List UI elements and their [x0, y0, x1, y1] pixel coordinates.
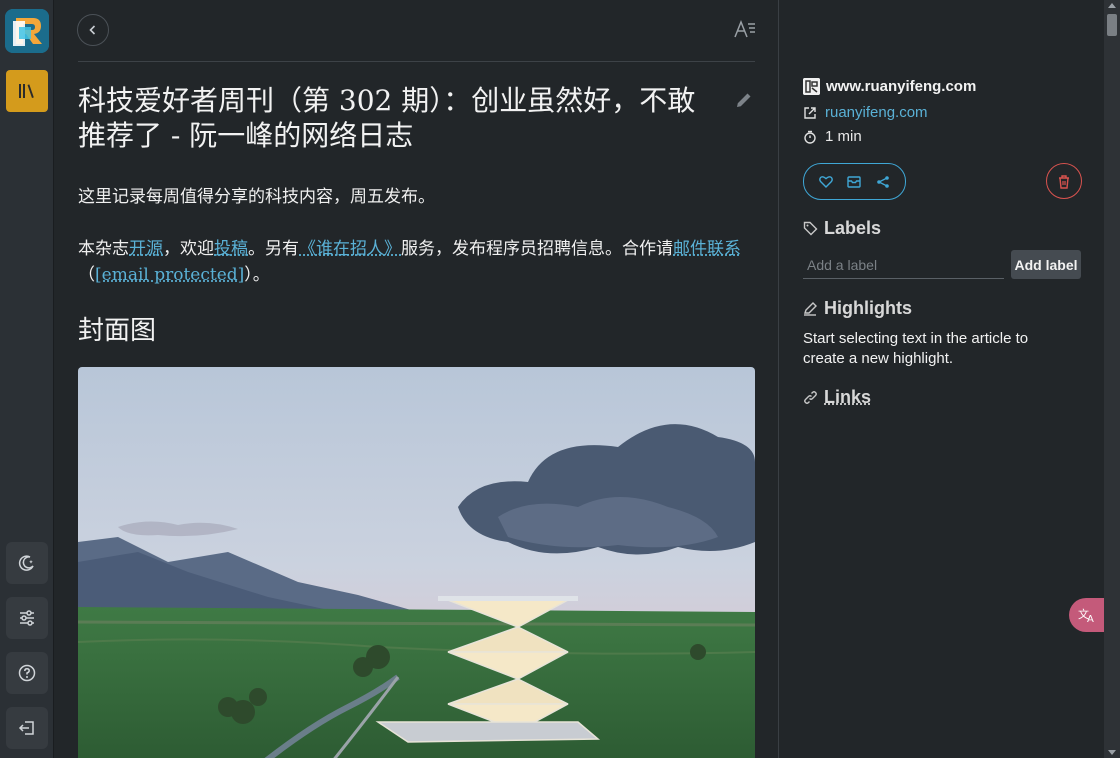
- site-row: www.ruanyifeng.com: [803, 78, 976, 95]
- labels-section-title: Labels: [803, 218, 881, 239]
- font-settings-button[interactable]: [732, 16, 758, 42]
- submit-link[interactable]: 投稿: [214, 239, 248, 259]
- theme-toggle-button[interactable]: [6, 542, 48, 584]
- links-section-title[interactable]: Links: [803, 387, 871, 408]
- text: ）。: [244, 265, 270, 285]
- logout-icon: [18, 721, 34, 735]
- email-contact-link[interactable]: 邮件联系: [673, 239, 741, 259]
- settings-button[interactable]: [6, 597, 48, 639]
- heart-icon: [819, 176, 834, 188]
- reader-app: 科技爱好者周刊（第 302 期）：创业虽然好，不敢推荐了 - 阮一峰的网络日志 …: [0, 0, 1120, 758]
- links-title: Links: [824, 387, 872, 407]
- original-link-row[interactable]: ruanyifeng.com: [803, 104, 928, 121]
- open-source-link[interactable]: 开源: [129, 239, 163, 259]
- moon-icon: [18, 555, 34, 571]
- archive-button[interactable]: [847, 175, 862, 188]
- text-format-icon: [734, 19, 755, 38]
- help-button[interactable]: [6, 652, 48, 694]
- translate-button[interactable]: 文 A: [1069, 598, 1105, 632]
- cover-image: [78, 367, 755, 758]
- share-icon: [877, 175, 889, 188]
- labels-title: Labels: [824, 218, 882, 238]
- hiring-link[interactable]: 《谁在招人》: [299, 239, 401, 259]
- tag-icon: [803, 221, 818, 236]
- article-view: 科技爱好者周刊（第 302 期）：创业虽然好，不敢推荐了 - 阮一峰的网络日志 …: [54, 0, 778, 758]
- edit-title-button[interactable]: [732, 88, 756, 112]
- highlighter-icon: [804, 302, 817, 316]
- external-link-icon: [804, 106, 816, 119]
- add-label-button[interactable]: Add label: [1011, 250, 1081, 279]
- back-button[interactable]: [77, 14, 109, 46]
- article-paragraph: 本杂志开源，欢迎投稿。另有《谁在招人》服务，发布程序员招聘信息。合作请邮件联系 （…: [78, 236, 755, 288]
- site-favicon: [803, 78, 820, 95]
- text: 服务，发布程序员招聘信息。合作请: [401, 239, 673, 259]
- read-time: 1 min: [825, 128, 862, 145]
- left-rail: [0, 0, 54, 758]
- scroll-down-arrow[interactable]: [1108, 750, 1116, 755]
- app-logo[interactable]: [5, 9, 49, 53]
- library-button[interactable]: [6, 70, 48, 112]
- highlights-hint: Start selecting text in the article to c…: [803, 330, 1029, 367]
- action-group: [803, 163, 906, 200]
- translate-icon: 文 A: [1078, 607, 1094, 623]
- stopwatch-icon: [804, 130, 816, 144]
- original-link[interactable]: ruanyifeng.com: [825, 104, 928, 121]
- sliders-icon: [20, 610, 34, 626]
- like-button[interactable]: [819, 175, 834, 188]
- section-heading: 封面图: [78, 316, 157, 346]
- help-icon: [18, 664, 36, 682]
- share-button[interactable]: [876, 175, 890, 189]
- article-intro: 这里记录每周值得分享的科技内容，周五发布。: [78, 187, 435, 207]
- scrollbar[interactable]: [1104, 0, 1120, 758]
- info-panel: www.ruanyifeng.com ruanyifeng.com 1 min: [778, 0, 1104, 758]
- email-address-link[interactable]: [email protected]: [95, 265, 244, 285]
- label-input[interactable]: [803, 251, 1004, 279]
- chevron-left-icon: [89, 25, 96, 35]
- text: （: [78, 265, 95, 285]
- text: 。另有: [248, 239, 299, 259]
- site-name: www.ruanyifeng.com: [826, 78, 977, 95]
- trash-icon: [1059, 174, 1069, 189]
- highlights-title: Highlights: [824, 298, 912, 318]
- text: 本杂志: [78, 239, 129, 259]
- svg-text:A: A: [1087, 614, 1094, 623]
- article-title: 科技爱好者周刊（第 302 期）：创业虽然好，不敢推荐了 - 阮一峰的网络日志: [78, 84, 696, 152]
- link-icon: [804, 391, 817, 404]
- text: ，欢迎: [163, 239, 214, 259]
- delete-button[interactable]: [1046, 163, 1082, 199]
- logout-button[interactable]: [6, 707, 48, 749]
- library-icon: [19, 84, 34, 98]
- highlights-section-title: Highlights: [803, 298, 912, 319]
- scroll-up-arrow[interactable]: [1108, 3, 1116, 8]
- scroll-thumb[interactable]: [1107, 14, 1117, 36]
- read-time-row: 1 min: [803, 128, 862, 145]
- header-divider: [78, 61, 755, 62]
- archive-icon: [847, 176, 862, 188]
- pencil-icon: [737, 93, 751, 107]
